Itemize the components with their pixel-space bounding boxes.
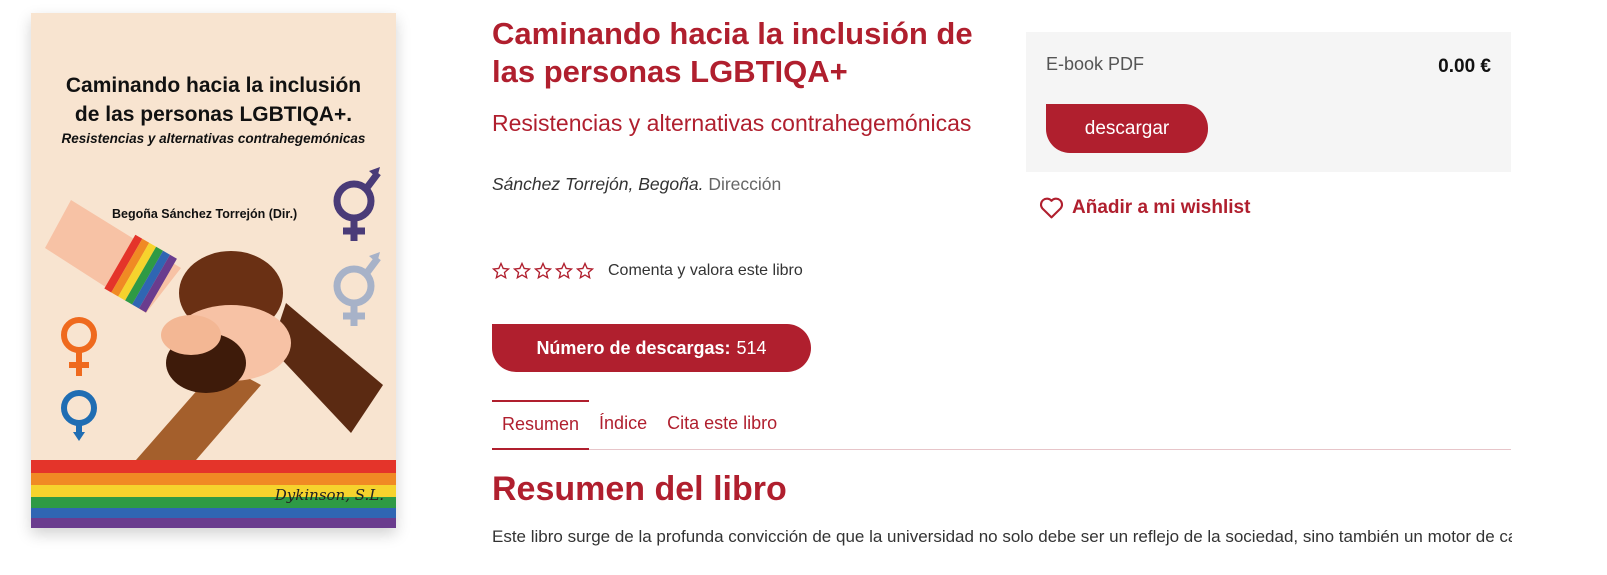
heart-outline-icon xyxy=(1039,197,1064,219)
star-outline-icon[interactable] xyxy=(534,262,552,280)
rating-stars[interactable] xyxy=(492,262,594,280)
download-button[interactable]: descargar xyxy=(1046,104,1208,153)
book-title: Caminando hacia la inclusión de las pers… xyxy=(492,16,973,89)
downloads-count-badge: Número de descargas: 514 xyxy=(492,324,811,372)
book-subtitle: Resistencias y alternativas contrahegemó… xyxy=(492,110,972,136)
tab-resumen[interactable]: Resumen xyxy=(492,400,590,450)
cover-author: Begoña Sánchez Torrejón (Dir.) xyxy=(112,207,298,221)
star-outline-icon[interactable] xyxy=(555,262,573,280)
star-outline-icon[interactable] xyxy=(576,262,594,280)
book-author: Sánchez Torrejón, Begoña. Dirección xyxy=(492,174,781,195)
downloads-value: 514 xyxy=(736,337,767,358)
content-tabs: Resumen Índice Cita este libro xyxy=(492,400,1511,450)
tab-indice[interactable]: Índice xyxy=(589,400,657,449)
purchase-panel: E-book PDF 0.00 € descargar xyxy=(1026,32,1511,172)
format-label: E-book PDF xyxy=(1046,54,1145,74)
rating[interactable]: Comenta y valora este libro xyxy=(492,262,803,280)
tab-cita[interactable]: Cita este libro xyxy=(657,400,787,449)
author-role: Dirección xyxy=(708,174,782,194)
price: 0.00 € xyxy=(1438,56,1491,77)
summary-text: Este libro surge de la profunda convicci… xyxy=(492,527,1512,546)
star-outline-icon[interactable] xyxy=(492,262,510,280)
wishlist-label: Añadir a mi wishlist xyxy=(1072,196,1251,218)
cover-subtitle: Resistencias y alternativas contrahegemó… xyxy=(61,131,366,146)
author-name[interactable]: Sánchez Torrejón, Begoña. xyxy=(492,174,703,194)
rating-link[interactable]: Comenta y valora este libro xyxy=(608,262,803,280)
cover-title: Caminando hacia la inclusión de las pers… xyxy=(65,74,362,126)
summary-heading: Resumen del libro xyxy=(492,470,787,508)
cover-publisher-logo: Dykinson, S.L. xyxy=(274,486,384,504)
wishlist-link[interactable]: Añadir a mi wishlist xyxy=(1039,196,1250,219)
book-cover: Caminando hacia la inclusión de las pers… xyxy=(31,13,396,528)
star-outline-icon[interactable] xyxy=(513,262,531,280)
downloads-label: Número de descargas: xyxy=(536,337,731,358)
